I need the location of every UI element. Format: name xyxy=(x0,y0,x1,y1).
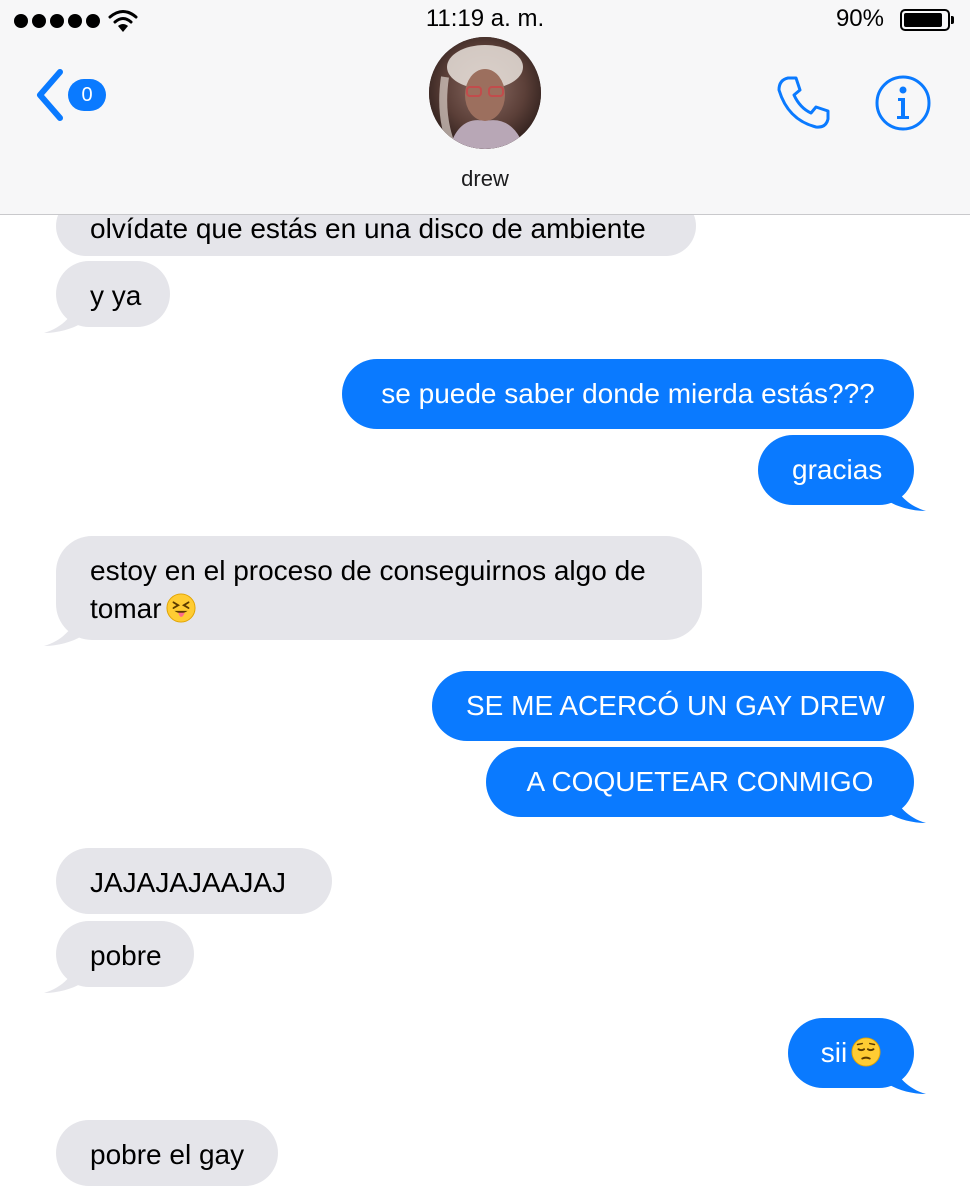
message-text: A COQUETEAR CONMIGO xyxy=(526,766,874,797)
message-incoming[interactable]: pobre xyxy=(44,921,194,993)
message-text: sii xyxy=(820,1037,848,1068)
message-text: olvídate que estás en una disco de ambie… xyxy=(90,213,646,244)
bubble-tail xyxy=(888,789,926,823)
status-time: 11:19 a. m. xyxy=(425,5,545,32)
message-incoming[interactable]: pobre el gay xyxy=(56,1120,278,1186)
message-outgoing[interactable]: A COQUETEAR CONMIGO xyxy=(486,747,926,823)
message-text: pobre xyxy=(90,940,162,971)
unread-count-badge: 0 xyxy=(68,79,106,111)
avatar-photo xyxy=(429,37,541,149)
battery-percentage: 90% xyxy=(835,5,884,32)
message-text: se puede saber donde mierda estás??? xyxy=(381,378,875,409)
call-button[interactable] xyxy=(774,72,834,132)
message-text: gracias xyxy=(792,454,883,485)
chevron-left-icon xyxy=(37,69,63,121)
message-outgoing[interactable]: gracias xyxy=(758,435,926,511)
bubble-tail xyxy=(44,299,82,333)
message-text-continued: tomar xyxy=(90,590,668,628)
phone-icon xyxy=(777,76,830,129)
message-text: SE ME ACERCÓ UN GAY DREW xyxy=(466,690,886,721)
message-text: JAJAJAJAAJAJ xyxy=(90,867,287,898)
contact-avatar[interactable] xyxy=(429,37,541,149)
info-button[interactable] xyxy=(874,74,932,132)
pensive-emoji xyxy=(851,1037,881,1067)
squinting-tongue-emoji xyxy=(166,593,196,623)
message-text: estoy en el proceso de conseguirnos algo… xyxy=(90,555,646,586)
contact-name[interactable]: drew xyxy=(0,166,970,192)
battery-icon xyxy=(900,9,954,31)
message-outgoing[interactable]: SE ME ACERCÓ UN GAY DREW xyxy=(432,671,914,741)
info-icon xyxy=(875,75,931,131)
bubble-tail xyxy=(888,477,926,511)
message-outgoing[interactable]: sii xyxy=(788,1018,926,1094)
bubble-tail xyxy=(44,959,82,993)
message-outgoing[interactable]: se puede saber donde mierda estás??? xyxy=(342,359,914,429)
status-bar: 11:19 a. m. 90% xyxy=(0,0,970,40)
message-incoming[interactable]: JAJAJAJAAJAJ xyxy=(56,848,332,914)
message-text: pobre el gay xyxy=(90,1139,245,1170)
message-incoming[interactable]: estoy en el proceso de conseguirnos algo… xyxy=(44,536,702,646)
bubble-tail xyxy=(888,1060,926,1094)
message-incoming[interactable]: y ya xyxy=(44,261,170,333)
conversation-header: 11:19 a. m. 90% 0 drew xyxy=(0,0,970,215)
bubble-tail xyxy=(44,612,82,646)
message-text: y ya xyxy=(90,280,142,311)
back-button[interactable]: 0 xyxy=(32,68,112,124)
